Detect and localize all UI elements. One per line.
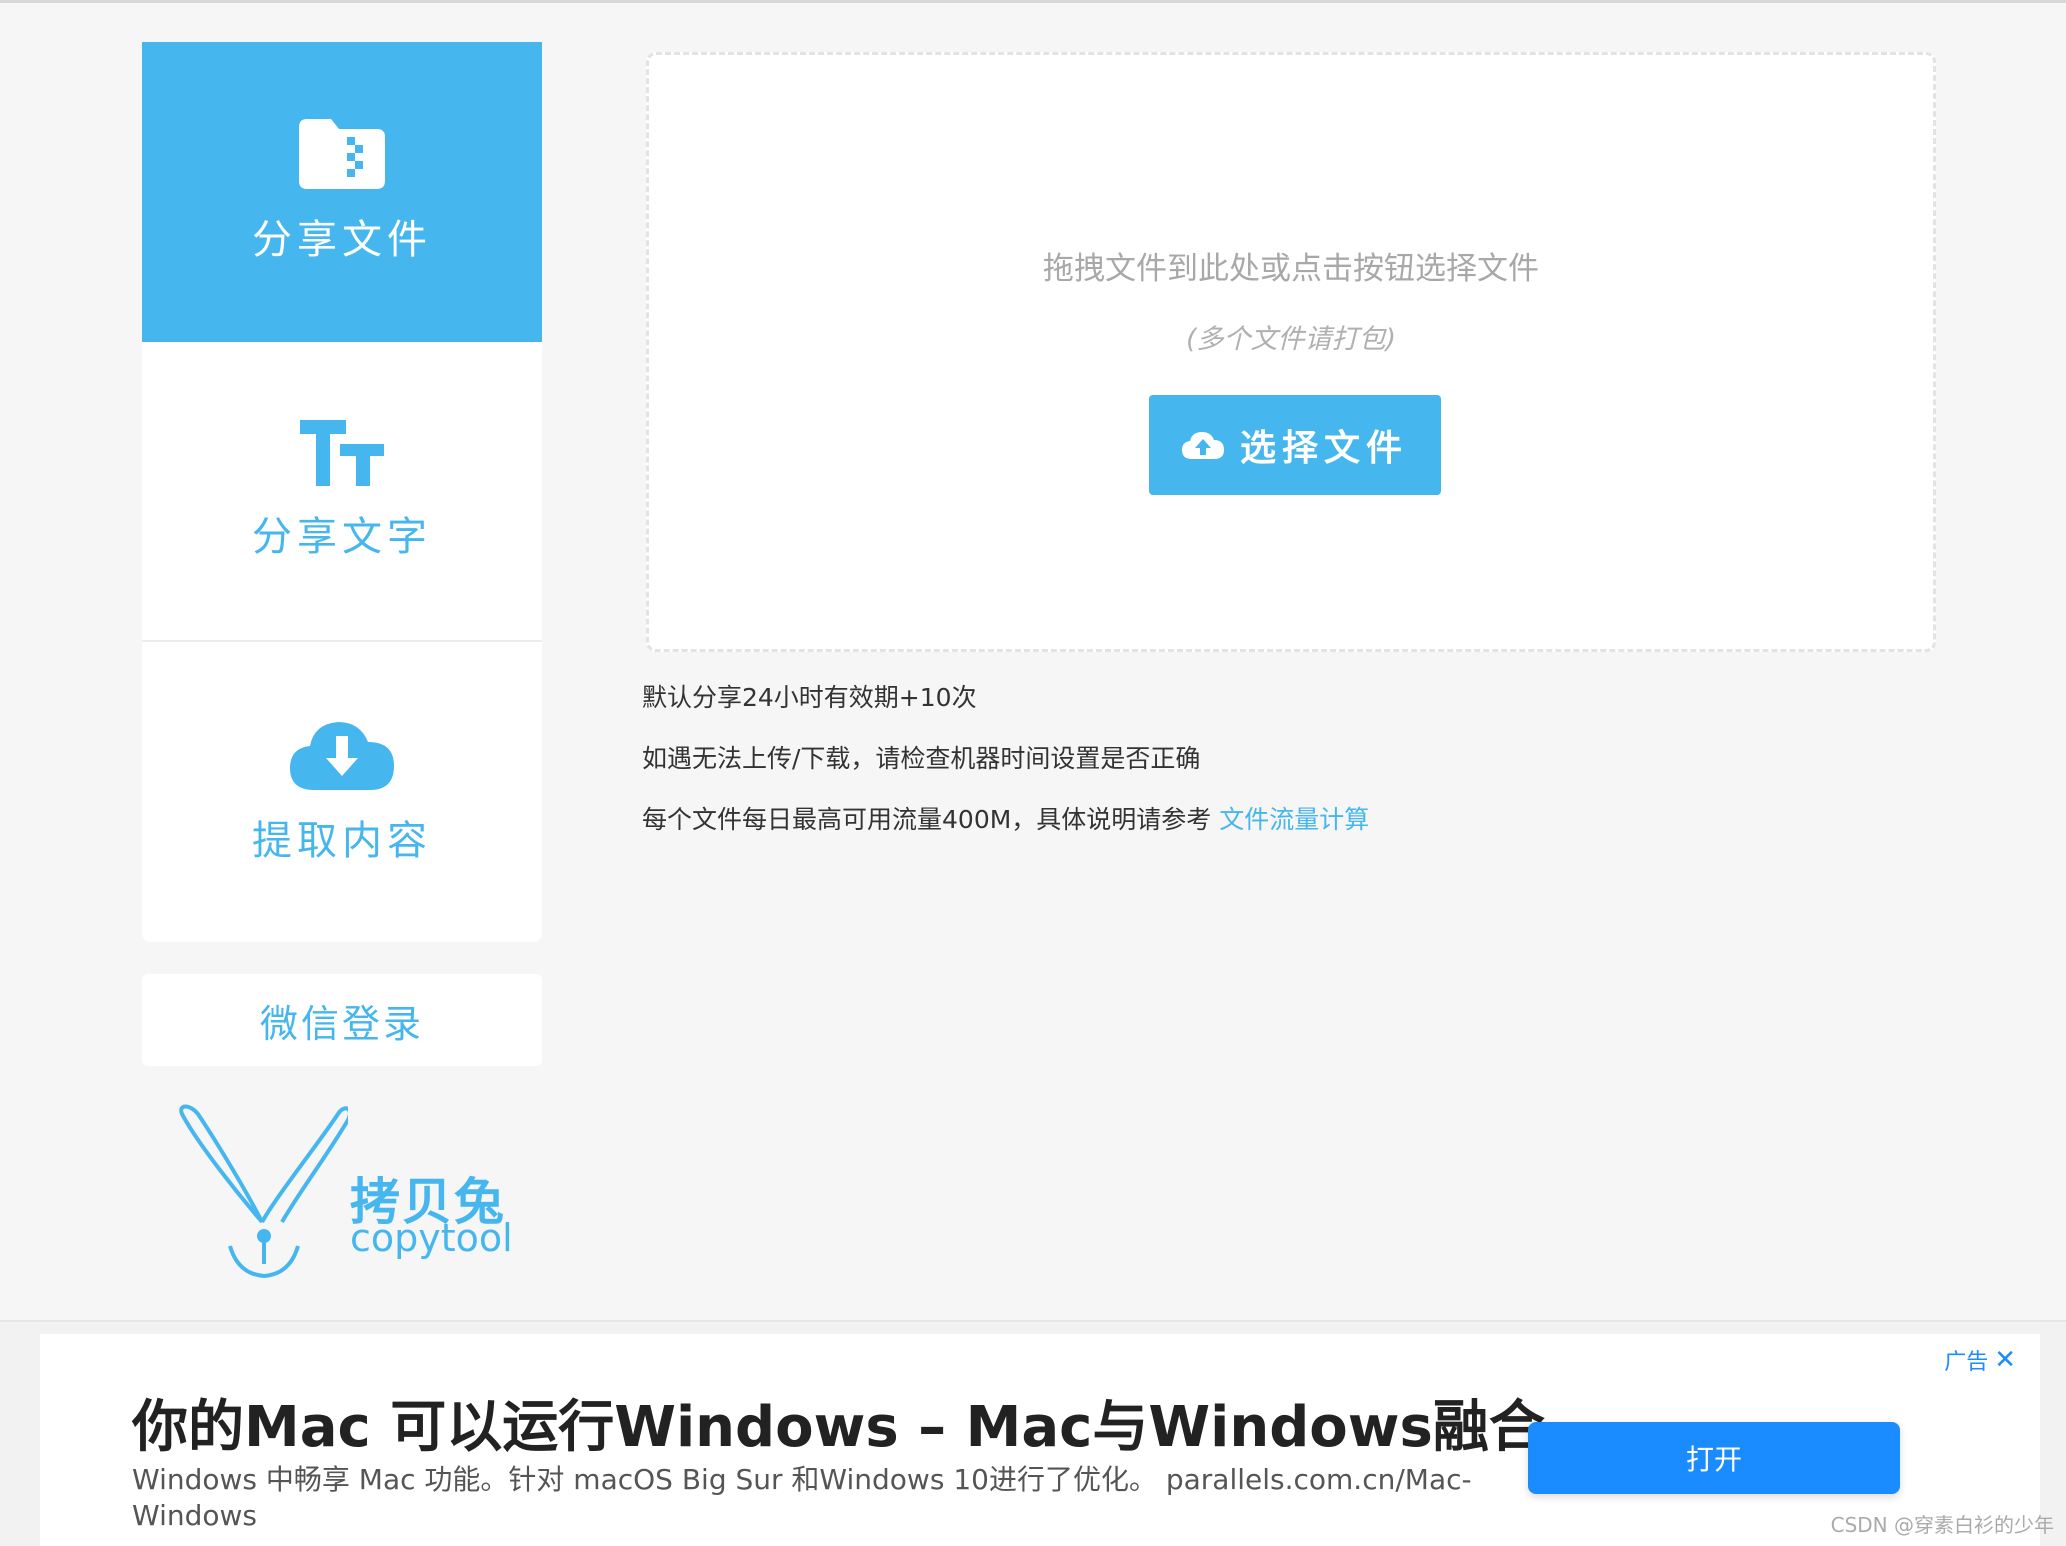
ad-badge-label: 广告 xyxy=(1944,1350,1989,1375)
ad-area: 广告 ✕ 你的Mac 可以运行Windows – Mac与Windows融合 W… xyxy=(0,1320,2066,1546)
zip-folder-icon xyxy=(299,119,385,189)
cloud-download-icon xyxy=(290,722,394,790)
info-notes: 默认分享24小时有效期+10次 如遇无法上传/下载，请检查机器时间设置是否正确 … xyxy=(642,678,1369,861)
sidebar-item-label: 分享文字 xyxy=(252,514,432,560)
logo-name-en: copytool xyxy=(350,1216,513,1260)
wechat-login-button[interactable]: 微信登录 xyxy=(142,974,542,1066)
ad-title[interactable]: 你的Mac 可以运行Windows – Mac与Windows融合 xyxy=(132,1382,1545,1463)
sidebar: 分享文件 分享文字 提取内容 微信登录 xyxy=(142,42,542,1066)
sidebar-item-retrieve[interactable]: 提取内容 xyxy=(142,642,542,942)
watermark: CSDN @穿素白衫的少年 xyxy=(1830,1513,2054,1537)
select-file-label: 选择文件 xyxy=(1239,428,1408,469)
select-file-button[interactable]: 选择文件 xyxy=(1149,395,1441,495)
ad-badge: 广告 ✕ xyxy=(1944,1344,2016,1376)
note-traffic-text: 每个文件每日最高可用流量400M，具体说明请参考 xyxy=(642,805,1212,834)
drop-hint: 拖拽文件到此处或点击按钮选择文件 xyxy=(1043,251,1539,287)
sidebar-item-label: 提取内容 xyxy=(252,818,432,864)
drop-sub-hint: (多个文件请打包) xyxy=(1185,324,1397,355)
note-time-setting: 如遇无法上传/下载，请检查机器时间设置是否正确 xyxy=(642,744,1201,773)
brand-logo: 拷贝兔 copytool xyxy=(178,1104,518,1284)
ad-open-button[interactable]: 打开 xyxy=(1528,1422,1900,1494)
sidebar-item-share-file[interactable]: 分享文件 xyxy=(142,42,542,342)
note-validity: 默认分享24小时有效期+10次 xyxy=(642,683,977,712)
cloud-upload-icon xyxy=(1181,432,1224,459)
note-traffic: 每个文件每日最高可用流量400M，具体说明请参考 文件流量计算 xyxy=(642,800,1369,861)
traffic-calculation-link[interactable]: 文件流量计算 xyxy=(1219,805,1369,834)
text-size-icon xyxy=(300,420,384,486)
ad-banner[interactable]: 广告 ✕ 你的Mac 可以运行Windows – Mac与Windows融合 W… xyxy=(40,1334,2040,1546)
ad-description: Windows 中畅享 Mac 功能。针对 macOS Big Sur 和Win… xyxy=(132,1463,1472,1532)
sidebar-item-label: 分享文件 xyxy=(252,217,432,263)
close-icon[interactable]: ✕ xyxy=(1994,1345,2016,1375)
file-drop-zone[interactable]: 拖拽文件到此处或点击按钮选择文件 (多个文件请打包) 选择文件 xyxy=(646,52,1936,652)
rabbit-logo-icon xyxy=(179,1104,348,1279)
top-border xyxy=(0,0,2066,3)
sidebar-item-share-text[interactable]: 分享文字 xyxy=(142,342,542,642)
